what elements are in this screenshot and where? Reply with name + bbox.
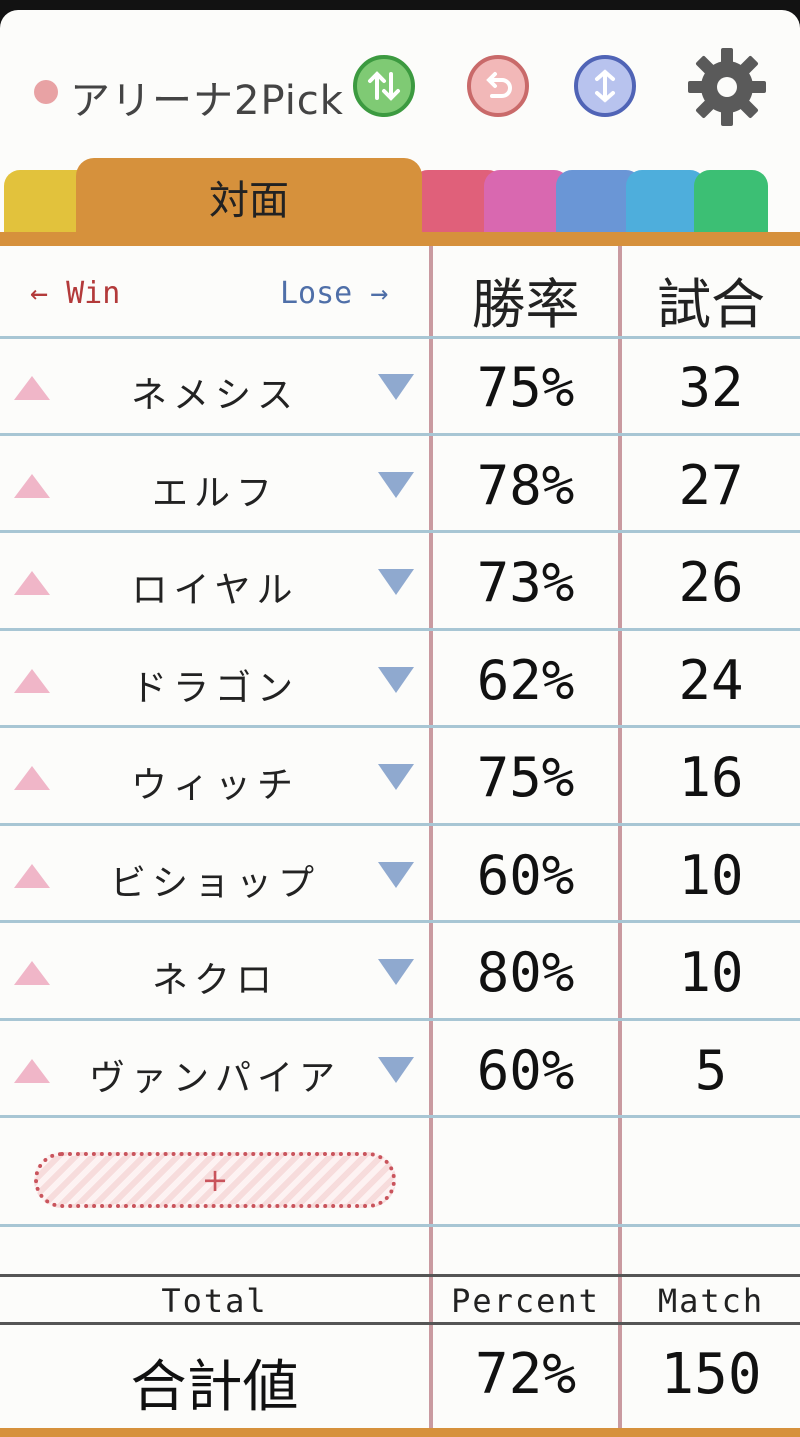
undo-icon [486,72,512,98]
table-row: ネメシス 75% 32 [0,338,800,436]
totals-divider [0,1322,800,1325]
opponent-class-name: ビショップ [109,862,320,904]
total-matches: 150 [660,1342,762,1407]
match-count-value: 10 [678,843,744,907]
lose-increment-icon[interactable] [378,861,414,888]
table-row: ヴァンパイア 60% 5 [0,1021,800,1118]
tab-underline [0,232,800,246]
win-increment-icon[interactable] [14,863,50,888]
row-divider [0,1115,800,1118]
tab-matchup-label: 対面 [209,178,289,224]
win-rate-value: 73% [476,551,575,614]
win-rate-value: 75% [476,746,575,809]
plus-icon: + [201,1161,229,1199]
table-row: ウィッチ 75% 16 [0,728,800,826]
win-increment-icon[interactable] [14,961,50,985]
win-increment-icon[interactable] [14,571,50,595]
status-dot [34,80,58,104]
total-rate: 72% [474,1342,577,1407]
table-row: ドラゴン 62% 24 [0,631,800,728]
match-header: 試合 [657,273,765,336]
table-row: ネクロ 80% 10 [0,923,800,1021]
win-increment-icon[interactable] [14,376,50,400]
lose-increment-icon[interactable] [378,374,414,400]
table-header: ← Win Lose → 勝率 試合 [0,246,800,338]
match-count-value: 5 [694,1038,728,1102]
page-title: アリーナ2Pick [70,78,344,124]
settings-button[interactable] [686,46,768,128]
opponent-class-name: ウィッチ [130,765,299,806]
win-increment-icon[interactable] [14,473,50,498]
opponent-class-name: ヴァンパイア [88,1057,341,1099]
totals-divider [0,1274,800,1277]
opponent-class-name: ドラゴン [130,667,299,709]
win-rate-value: 75% [476,356,575,419]
match-count-value: 32 [678,356,744,419]
match-count-value: 16 [678,746,744,809]
lose-increment-icon[interactable] [378,569,414,595]
add-row-button[interactable]: + [34,1152,396,1208]
match-count-value: 26 [678,551,744,614]
gear-icon [688,48,766,126]
header: アリーナ2Pick [0,10,800,160]
lose-increment-icon[interactable] [378,1056,414,1083]
lose-label: Lose → [280,276,389,311]
swap-vertical-icon [595,69,615,103]
win-increment-icon[interactable] [14,766,50,790]
table-row: ロイヤル 73% 26 [0,533,800,631]
app-screen: アリーナ2Pick 対面 ← Win Lose → 勝率 試合 ネメシス 75%… [0,10,800,1437]
table-row: エルフ 78% 27 [0,436,800,533]
match-count-value: 10 [678,941,744,1004]
win-label: ← Win [30,276,121,311]
tab-bar: 対面 [0,158,800,236]
match-label: Match [657,1282,765,1320]
opponent-class-name: ネメシス [130,375,299,416]
lose-increment-icon[interactable] [378,471,414,498]
win-rate-value: 62% [476,648,575,712]
opponent-class-name: ネクロ [151,960,278,1001]
win-rate-value: 80% [476,941,575,1004]
row-divider [0,1224,800,1227]
opponent-class-name: ロイヤル [131,570,299,611]
swap-button[interactable] [574,55,636,117]
match-count-value: 24 [678,648,744,712]
lose-increment-icon[interactable] [378,959,414,985]
table-row: ビショップ 60% 10 [0,826,800,923]
win-rate-value: 60% [476,843,575,907]
win-rate-value: 60% [476,1038,575,1102]
win-rate-value: 78% [476,453,575,517]
total-label: Total [161,1282,268,1320]
percent-label: Percent [451,1282,600,1320]
sort-arrows-icon [368,71,400,101]
rate-header: 勝率 [471,273,580,336]
match-count-value: 27 [678,453,744,517]
win-increment-icon[interactable] [14,668,50,693]
opponent-class-name: エルフ [151,472,278,514]
lose-increment-icon[interactable] [378,764,414,790]
undo-button[interactable] [467,55,529,117]
bottom-strip [0,1428,800,1437]
tab-matchup[interactable]: 対面 [76,158,422,236]
sort-button[interactable] [353,55,415,117]
lose-increment-icon[interactable] [378,666,414,693]
win-increment-icon[interactable] [14,1058,50,1083]
total-name: 合計値 [130,1355,299,1420]
tab-green[interactable] [694,170,768,236]
